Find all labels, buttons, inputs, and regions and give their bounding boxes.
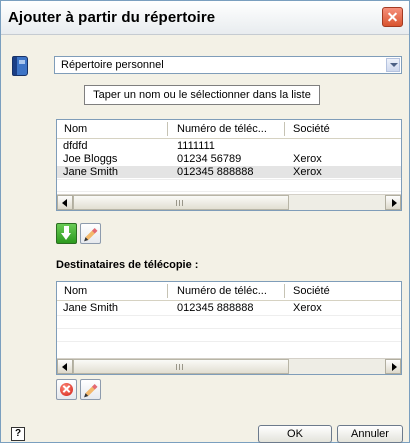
grip-icon (176, 200, 185, 206)
cell-name: Jane Smith (63, 302, 119, 314)
arrow-right-icon (392, 363, 397, 371)
scroll-right-button[interactable] (385, 359, 401, 374)
cell-company: Xerox (293, 302, 322, 314)
table-row[interactable]: dfdfd 1111111 (57, 140, 401, 152)
table-row-selected[interactable]: Jane Smith 012345 888888 Xerox (57, 166, 401, 178)
green-down-arrow-icon (61, 226, 72, 240)
edit-recipient-button[interactable] (80, 379, 101, 400)
cell-name: dfdfd (63, 140, 88, 152)
scroll-left-button[interactable] (57, 359, 73, 374)
grip-icon (176, 364, 185, 370)
column-header-company[interactable]: Société (293, 285, 330, 297)
table-row[interactable]: Jane Smith 012345 888888 Xerox (57, 302, 401, 314)
pencil-icon (85, 383, 98, 397)
address-book-icon (12, 56, 28, 76)
close-icon[interactable] (382, 7, 403, 27)
column-header-name[interactable]: Nom (64, 285, 87, 297)
arrow-left-icon (62, 199, 67, 207)
contacts-table-header: Nom Numéro de téléc... Société (57, 120, 401, 139)
column-divider[interactable] (284, 284, 285, 298)
row-divider (57, 315, 401, 316)
column-header-number[interactable]: Numéro de téléc... (177, 123, 267, 135)
recipients-table: Nom Numéro de téléc... Société Jane Smit… (56, 281, 402, 375)
row-divider (57, 179, 401, 180)
cell-number: 012345 888888 (177, 302, 254, 314)
column-divider[interactable] (284, 122, 285, 136)
cancel-button[interactable]: Annuler (337, 425, 403, 443)
edit-contact-button[interactable] (80, 223, 101, 244)
cell-number: 012345 888888 (177, 166, 254, 178)
title-bar: Ajouter à partir du répertoire (1, 1, 409, 35)
recipients-section-title: Destinataires de télécopie : (56, 259, 199, 271)
cell-name: Jane Smith (63, 166, 119, 178)
scrollbar-thumb[interactable] (73, 359, 289, 374)
column-divider[interactable] (167, 122, 168, 136)
scrollbar-thumb[interactable] (73, 195, 289, 210)
pencil-icon (85, 227, 98, 241)
cell-number: 1111111 (177, 140, 215, 152)
dialog-title: Ajouter à partir du répertoire (8, 9, 216, 26)
cell-company: Xerox (293, 153, 322, 165)
row-divider (57, 191, 401, 192)
horizontal-scrollbar[interactable] (57, 358, 401, 374)
scroll-left-button[interactable] (57, 195, 73, 210)
recipients-table-header: Nom Numéro de téléc... Société (57, 282, 401, 301)
cell-name: Joe Bloggs (63, 153, 118, 165)
row-divider (57, 341, 401, 342)
search-input[interactable]: Taper un nom ou le sélectionner dans la … (84, 85, 320, 105)
scroll-right-button[interactable] (385, 195, 401, 210)
directory-select-value: Répertoire personnel (61, 59, 164, 71)
arrow-right-icon (392, 199, 397, 207)
horizontal-scrollbar[interactable] (57, 194, 401, 210)
add-recipient-button[interactable] (56, 223, 77, 244)
chevron-down-icon[interactable] (386, 58, 400, 72)
table-row[interactable]: Joe Bloggs 01234 56789 Xerox (57, 153, 401, 165)
column-header-name[interactable]: Nom (64, 123, 87, 135)
column-header-company[interactable]: Société (293, 123, 330, 135)
cell-company: Xerox (293, 166, 322, 178)
contacts-table: Nom Numéro de téléc... Société dfdfd 111… (56, 119, 402, 211)
ok-button[interactable]: OK (258, 425, 332, 443)
arrow-left-icon (62, 363, 67, 371)
directory-select[interactable]: Répertoire personnel (54, 56, 402, 74)
column-divider[interactable] (167, 284, 168, 298)
column-header-number[interactable]: Numéro de téléc... (177, 285, 267, 297)
row-divider (57, 328, 401, 329)
help-button[interactable]: ? (11, 427, 25, 441)
add-from-directory-dialog: Ajouter à partir du répertoire Répertoir… (0, 0, 410, 443)
cell-number: 01234 56789 (177, 153, 242, 165)
remove-recipient-button[interactable] (56, 379, 77, 400)
red-x-icon (60, 383, 73, 396)
